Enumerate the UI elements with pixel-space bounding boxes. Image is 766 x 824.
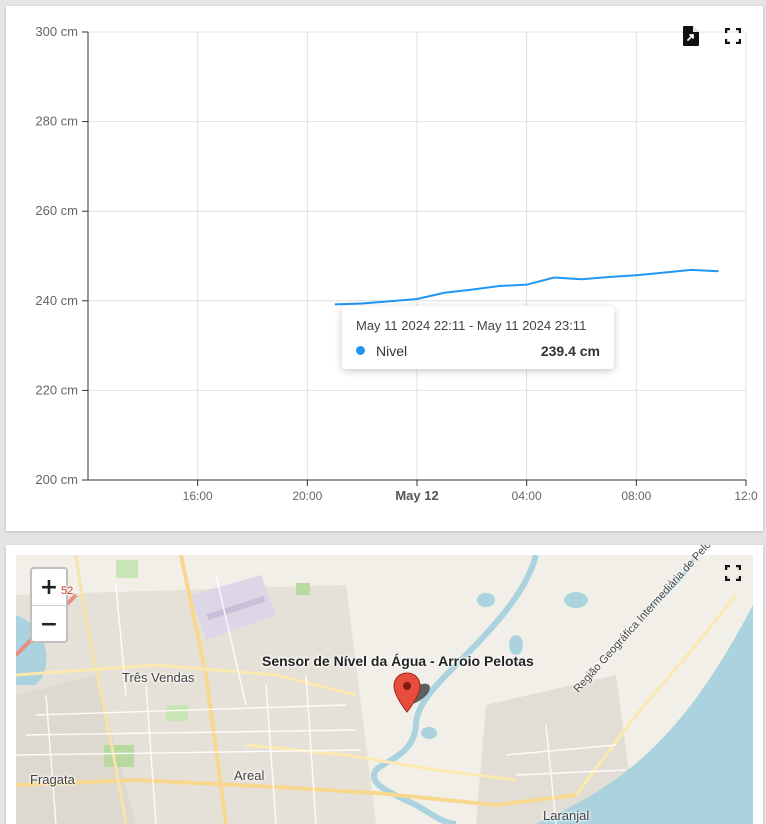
sensor-marker[interactable] xyxy=(393,672,433,718)
map-tiles[interactable] xyxy=(16,555,753,824)
x-tick-label: 04:00 xyxy=(512,489,542,503)
chart-fullscreen-button[interactable] xyxy=(722,25,744,47)
route-label: 52 xyxy=(61,585,74,597)
fullscreen-icon xyxy=(725,565,741,581)
tooltip-header: May 11 2024 22:11 - May 11 2024 23:11 xyxy=(356,318,587,333)
map-pin-icon xyxy=(393,672,430,713)
x-tick-label: 20:00 xyxy=(292,489,322,503)
tooltip-series-name: Nivel xyxy=(376,343,408,359)
zoom-out-button[interactable]: − xyxy=(32,605,66,641)
x-tick-label: 16:00 xyxy=(183,489,213,503)
place-label-fragata: Fragata xyxy=(30,772,75,787)
x-tick-label: May 12 xyxy=(395,488,438,503)
x-tick-label: 08:00 xyxy=(621,489,651,503)
location-map-card: + − Três Vendas Fragata Areal Laranjal R… xyxy=(6,545,763,824)
y-tick-label: 220 cm xyxy=(35,382,78,397)
series-dot xyxy=(356,346,365,355)
tooltip-value: 239.4 cm xyxy=(540,343,600,359)
y-tick-label: 200 cm xyxy=(35,472,78,487)
export-button[interactable] xyxy=(680,25,702,47)
place-label-tres-vendas: Três Vendas xyxy=(122,670,195,685)
y-tick-label: 300 cm xyxy=(35,24,78,39)
fullscreen-icon xyxy=(725,28,741,44)
place-label-areal: Areal xyxy=(234,768,265,783)
chart-tooltip: May 11 2024 22:11 - May 11 2024 23:11 Ni… xyxy=(342,306,614,369)
map-fullscreen-button[interactable] xyxy=(722,562,744,584)
level-chart-card: 300 cm 280 cm 260 cm 240 cm 220 cm 200 cm 16:0… xyxy=(6,6,763,531)
y-tick-label: 240 cm xyxy=(35,293,78,308)
sensor-label: Sensor de Nível da Água - Arroio Pelotas xyxy=(262,653,534,669)
file-export-icon xyxy=(683,26,699,46)
zoom-control: + − xyxy=(30,567,68,643)
x-tick-label: 12:0 xyxy=(734,489,758,503)
place-label-laranjal: Laranjal xyxy=(543,808,590,823)
y-tick-label: 280 cm xyxy=(35,114,78,129)
y-tick-label: 260 cm xyxy=(35,203,78,218)
level-chart: 300 cm 280 cm 260 cm 240 cm 220 cm 200 cm 16:0… xyxy=(35,24,758,503)
